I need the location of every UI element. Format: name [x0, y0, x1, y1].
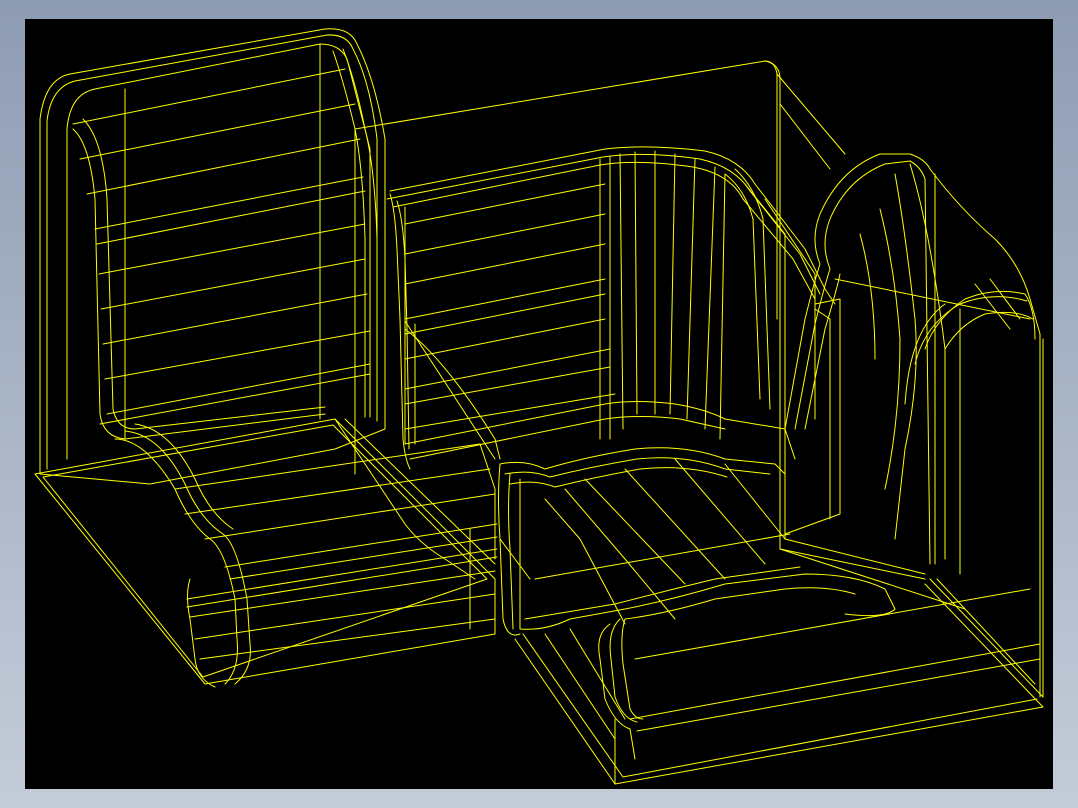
seat-back-left — [39, 28, 386, 485]
wireframe-canvas[interactable] — [25, 19, 1053, 789]
seat-back-right — [784, 153, 1041, 698]
cad-viewport[interactable] — [25, 19, 1053, 789]
corner-back-panel — [386, 146, 836, 470]
seat-cushion-right — [498, 447, 896, 636]
seat-cushion-left — [34, 418, 498, 688]
